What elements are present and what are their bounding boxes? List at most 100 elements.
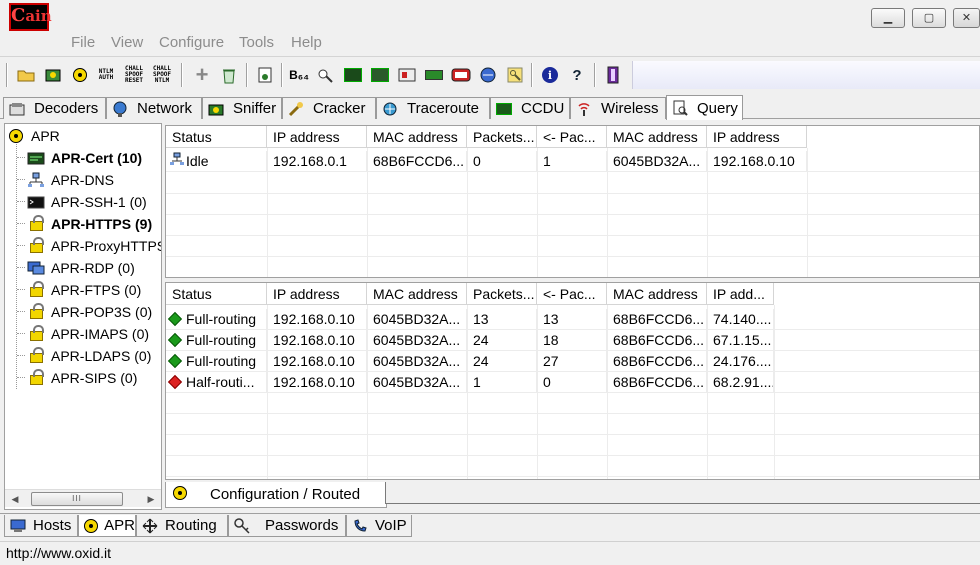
scroll-thumb[interactable]: III	[31, 492, 123, 506]
tree-item-apr-ftps[interactable]: APR-FTPS (0)	[27, 280, 141, 300]
tab-cracker[interactable]: Cracker	[282, 97, 376, 119]
tree-item-apr-cert[interactable]: APR-Cert (10)	[27, 148, 142, 168]
sniffer-start-icon[interactable]	[42, 64, 64, 86]
tree-item-apr-https[interactable]: APR-HTTPS (9)	[27, 214, 152, 234]
dialup-passwords-icon[interactable]	[396, 64, 418, 86]
col-mac-address-2[interactable]: MAC address	[607, 283, 707, 305]
tree-item-apr-dns[interactable]: APR-DNS	[27, 170, 114, 190]
tree-item-apr-sips[interactable]: APR-SIPS (0)	[27, 368, 137, 388]
lsa-secrets-icon[interactable]	[342, 64, 364, 86]
bottom-tab-strip: Hosts APR Routing Passwords VoIP	[0, 513, 980, 539]
scroll-left-arrow[interactable]: ◀	[7, 492, 23, 506]
exit-icon[interactable]	[602, 64, 624, 86]
tab-decoders[interactable]: Decoders	[3, 97, 106, 119]
tree-root-apr[interactable]: APR	[7, 126, 60, 146]
tree-item-apr-rdp[interactable]: APR-RDP (0)	[27, 258, 135, 278]
tab-traceroute[interactable]: Traceroute	[376, 97, 490, 119]
table-row[interactable]: Half-routi... 192.168.0.10 6045BD32A... …	[166, 372, 979, 393]
menu-file[interactable]: File	[71, 34, 95, 51]
col-packets-out[interactable]: Packets...	[467, 126, 537, 148]
recycle-icon[interactable]	[218, 64, 240, 86]
menu-configure[interactable]: Configure	[159, 34, 224, 51]
apr-targets-grid: Status IP address MAC address Packets...…	[165, 125, 980, 278]
title-bar: Cain ▁ ▢ ✕	[0, 0, 980, 33]
menu-help[interactable]: Help	[291, 34, 322, 51]
tree-connector	[17, 289, 25, 290]
ntlm-auth-button[interactable]: NTLM AUTH	[95, 64, 117, 86]
col-packets-in[interactable]: <- Pac...	[537, 283, 607, 305]
tree-connector	[17, 311, 25, 312]
hosts-icon	[9, 519, 27, 533]
lock-icon	[27, 347, 45, 364]
protected-storage-icon[interactable]	[477, 64, 499, 86]
wireless-passwords-icon[interactable]	[450, 64, 472, 86]
apr-start-icon[interactable]	[69, 64, 91, 86]
col-mac-address[interactable]: MAC address	[367, 126, 467, 148]
menu-tools[interactable]: Tools	[239, 34, 274, 51]
config-tab-spacer	[385, 482, 980, 504]
col-mac-address[interactable]: MAC address	[367, 283, 467, 305]
tree-item-apr-ldaps[interactable]: APR-LDAPS (0)	[27, 346, 151, 366]
table-row[interactable]: Full-routing 192.168.0.10 6045BD32A... 2…	[166, 351, 979, 372]
tab-sniffer[interactable]: Sniffer	[202, 97, 282, 119]
tab-routing[interactable]: Routing	[136, 515, 228, 537]
tab-passwords[interactable]: Passwords	[228, 515, 346, 537]
tree-item-apr-pop3s[interactable]: APR-POP3S (0)	[27, 302, 152, 322]
tab-configuration-routed[interactable]: Configuration / Routed	[165, 482, 387, 508]
table-row[interactable]: Full-routing 192.168.0.10 6045BD32A... 2…	[166, 330, 979, 351]
col-status[interactable]: Status	[166, 283, 267, 305]
maximize-button[interactable]: ▢	[912, 8, 946, 28]
cain-logo[interactable]: Cain	[9, 3, 52, 31]
tab-wireless[interactable]: Wireless	[570, 97, 666, 119]
tab-hosts[interactable]: Hosts	[4, 515, 78, 537]
passwords-key-icon	[233, 517, 251, 534]
chall-spoof-reset-button[interactable]: CHALL SPOOF RESET	[123, 64, 145, 86]
col-status[interactable]: Status	[166, 126, 267, 148]
tree-connector	[17, 157, 25, 158]
info-icon[interactable]: i	[539, 64, 561, 86]
toolbar-separator	[594, 63, 596, 87]
key-lookup-icon[interactable]	[315, 64, 337, 86]
col-mac-address-2[interactable]: MAC address	[607, 126, 707, 148]
status-bar: http://www.oxid.it	[0, 541, 980, 564]
dns-network-icon	[27, 172, 45, 188]
edit-passwords-icon[interactable]	[423, 64, 445, 86]
table-row[interactable]: Idle 192.168.0.1 68B6FCCD6... 0 1 6045BD…	[166, 151, 979, 172]
col-ip-address-2[interactable]: IP add...	[707, 283, 774, 305]
menu-view[interactable]: View	[111, 34, 143, 51]
col-packets-in[interactable]: <- Pac...	[537, 126, 607, 148]
tab-ccdu[interactable]: CCDU	[490, 97, 570, 119]
tree-item-apr-proxyhttps[interactable]: APR-ProxyHTTPS	[27, 236, 161, 256]
table-row[interactable]: Full-routing 192.168.0.10 6045BD32A... 1…	[166, 309, 979, 330]
toolbar: NTLM AUTH CHALL SPOOF RESET CHALL SPOOF …	[0, 56, 980, 92]
tab-voip[interactable]: VoIP	[346, 515, 412, 537]
tab-query[interactable]: Query	[666, 95, 743, 120]
add-icon[interactable]: +	[191, 62, 213, 87]
toolbar-separator	[246, 63, 248, 87]
full-routing-icon	[167, 353, 184, 372]
open-folder-icon[interactable]	[15, 64, 37, 86]
col-ip-address[interactable]: IP address	[267, 283, 367, 305]
col-ip-address[interactable]: IP address	[267, 126, 367, 148]
tab-apr[interactable]: APR	[78, 515, 136, 537]
col-packets-out[interactable]: Packets...	[467, 283, 537, 305]
certificate-icon[interactable]	[254, 64, 276, 86]
tree-horizontal-scrollbar[interactable]: ◀ III ▶	[5, 489, 161, 507]
cached-passwords-icon[interactable]	[369, 64, 391, 86]
full-routing-icon	[167, 311, 184, 330]
tree-item-apr-imaps[interactable]: APR-IMAPS (0)	[27, 324, 149, 344]
tree-connector	[17, 377, 25, 378]
close-button[interactable]: ✕	[953, 8, 980, 28]
key-icon[interactable]	[504, 64, 526, 86]
full-routing-icon	[167, 332, 184, 351]
wireless-icon	[575, 101, 593, 117]
scroll-right-arrow[interactable]: ▶	[143, 492, 159, 506]
col-ip-address-2[interactable]: IP address	[707, 126, 807, 148]
help-icon[interactable]: ?	[566, 64, 588, 86]
base64-icon[interactable]: B₆₄	[288, 64, 310, 86]
radiation-icon	[170, 486, 190, 503]
chall-spoof-ntlm-button[interactable]: CHALL SPOOF NTLM	[151, 64, 173, 86]
tree-item-apr-ssh[interactable]: APR-SSH-1 (0)	[27, 192, 147, 212]
tab-network[interactable]: Network	[106, 97, 202, 119]
minimize-button[interactable]: ▁	[871, 8, 905, 28]
